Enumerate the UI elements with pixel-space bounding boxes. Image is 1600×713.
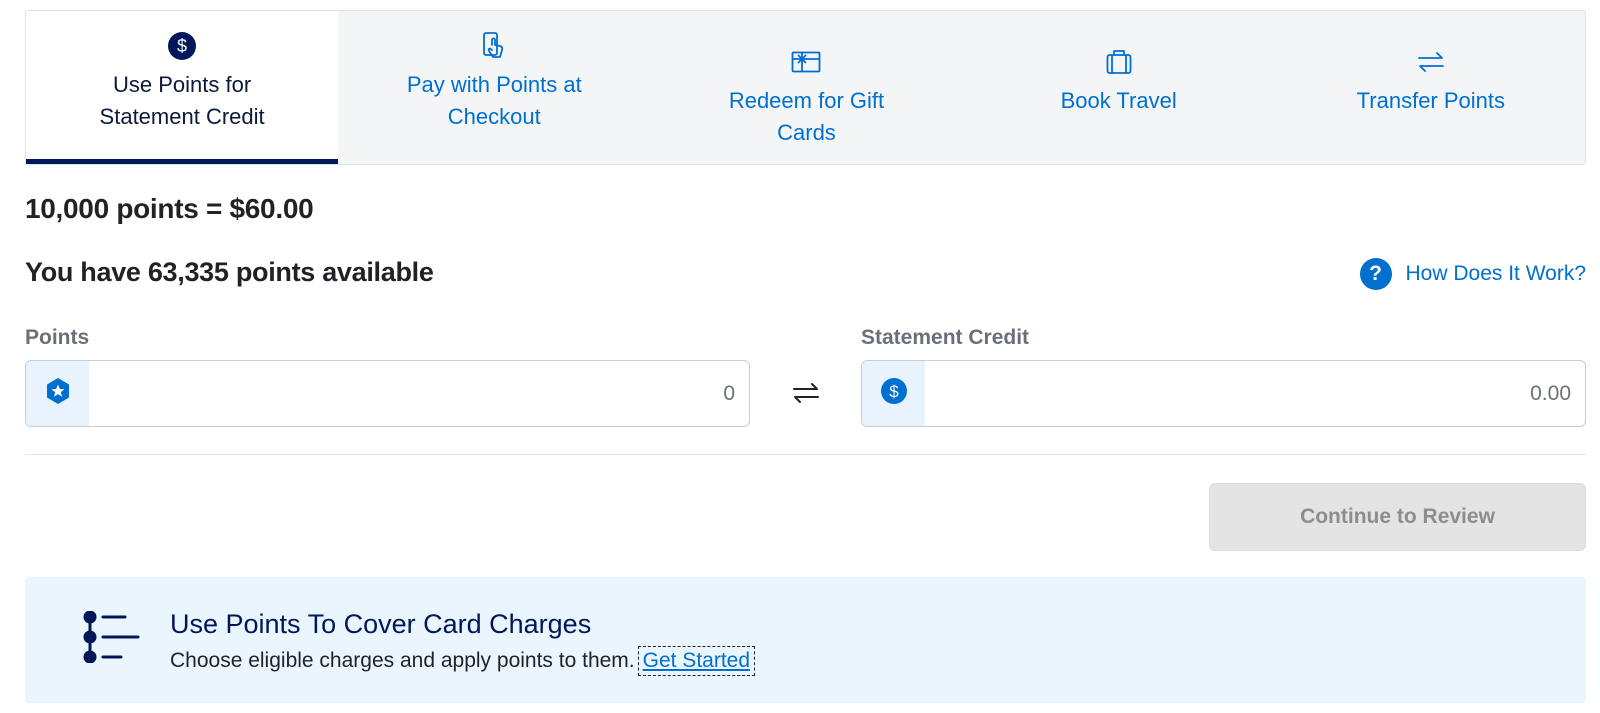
how-does-it-work-link[interactable]: ? How Does It Work?	[1359, 258, 1587, 290]
tab-statement-credit[interactable]: $ Use Points for Statement Credit	[26, 11, 339, 164]
help-icon: ?	[1359, 258, 1392, 290]
banner-description: Choose eligible charges and apply points…	[170, 646, 756, 676]
swap-icon[interactable]	[790, 378, 822, 408]
tab-label: Transfer Points	[1356, 88, 1506, 113]
points-rate: 10,000 points = $60.00	[25, 193, 314, 224]
banner-title: Use Points To Cover Card Charges	[170, 609, 592, 639]
credit-prefix: $	[862, 361, 925, 426]
svg-text:$: $	[889, 382, 899, 401]
divider	[25, 454, 1586, 455]
dollar-circle-icon: $	[880, 377, 908, 410]
tab-label: Pay with Points at Checkout	[406, 72, 582, 129]
get-started-link[interactable]: Get Started	[637, 646, 756, 676]
tab-book-travel[interactable]: Book Travel	[963, 11, 1275, 164]
list-steps-icon	[81, 610, 141, 668]
tab-pay-with-points[interactable]: Pay with Points at Checkout	[338, 11, 650, 164]
tab-gift-cards[interactable]: Redeem for Gift Cards	[650, 11, 962, 164]
statement-credit-input[interactable]	[925, 361, 1585, 426]
banner-description-text: Choose eligible charges and apply points…	[170, 649, 635, 672]
redemption-tabs: $ Use Points for Statement Credit Pay wi…	[25, 10, 1586, 165]
points-prefix	[26, 361, 89, 426]
tab-label: Book Travel	[1060, 88, 1177, 113]
how-does-it-work-label: How Does It Work?	[1405, 262, 1587, 285]
tab-label: Use Points for Statement Credit	[99, 72, 265, 129]
points-label: Points	[25, 326, 90, 349]
svg-text:$: $	[177, 36, 187, 56]
transfer-arrows-icon	[1416, 47, 1446, 77]
statement-credit-label: Statement Credit	[861, 326, 1030, 349]
cover-charges-banner: Use Points To Cover Card Charges Choose …	[25, 577, 1586, 703]
dollar-circle-icon: $	[167, 31, 197, 61]
points-input[interactable]	[89, 361, 749, 426]
phone-tap-icon	[479, 31, 509, 61]
statement-credit-field: $	[861, 360, 1586, 427]
tab-transfer-points[interactable]: Transfer Points	[1275, 11, 1587, 164]
luggage-icon	[1104, 47, 1134, 77]
points-available: You have 63,335 points available	[25, 257, 434, 287]
points-field	[25, 360, 750, 427]
star-badge-icon	[44, 377, 72, 410]
continue-to-review-button[interactable]: Continue to Review	[1209, 483, 1586, 551]
tab-label: Redeem for Gift Cards	[728, 88, 885, 145]
gift-card-icon	[791, 47, 821, 77]
